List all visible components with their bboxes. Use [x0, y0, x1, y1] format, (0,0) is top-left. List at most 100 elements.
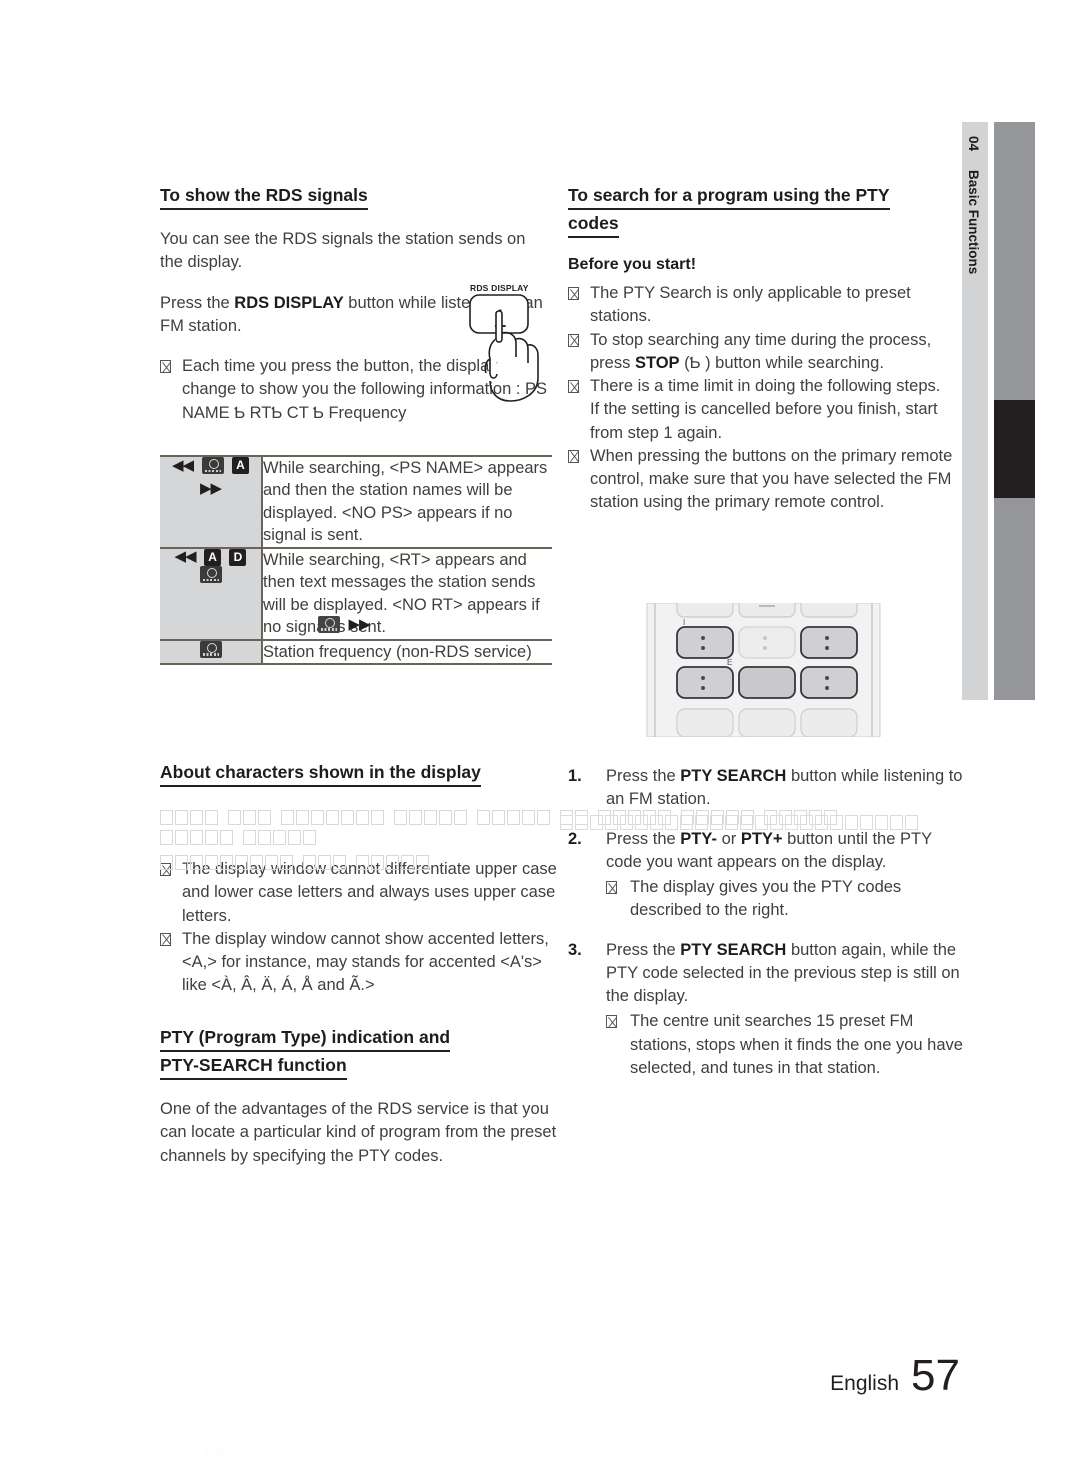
missing-glyph-box: [477, 810, 490, 826]
missing-glyph-box: [205, 810, 218, 826]
missing-glyph-box: [620, 815, 633, 831]
missing-glyph-box: [492, 810, 505, 826]
table-row: Station frequency (non-RDS service): [160, 638, 552, 665]
missing-glyph-box: [356, 855, 369, 871]
pty-search-button-name: PTY SEARCH: [680, 767, 787, 785]
missing-glyph-box: [258, 810, 271, 826]
missing-glyph-box: [394, 810, 407, 826]
manual-page: 04 Basic Functions To show the RDS signa…: [0, 0, 1080, 1479]
chapter-tab: 04 Basic Functions: [962, 122, 988, 700]
note-text: There is a time limit in doing the follo…: [590, 377, 941, 395]
left-column-lower: About characters shown in the display: [160, 762, 552, 805]
rds-display-modes-table: ◀◀ A ▶▶ While searching, <PS NAME> appea…: [160, 455, 552, 665]
note-item: The display gives you the PTY codes desc…: [606, 876, 968, 923]
before-you-start-notes: The PTY Search is only applicable to pre…: [568, 282, 960, 515]
forward-icon: ▶▶: [199, 479, 222, 497]
garbled-line-2: [160, 853, 860, 873]
note-bullet-icon: [160, 360, 171, 373]
note-text: When pressing the buttons on the primary…: [590, 446, 953, 512]
hand-pressing-button-illustration: 1: [469, 294, 539, 402]
note-bullet-icon: [568, 287, 579, 300]
step-text-pre: Press the: [606, 940, 681, 959]
missing-glyph-box: [560, 815, 573, 831]
table-row-description: Station frequency (non-RDS service): [262, 638, 552, 665]
missing-glyph-box: [190, 830, 203, 846]
missing-glyph-box: [830, 815, 843, 831]
remote-control-illustration: I E: [641, 590, 886, 738]
note-item: The display window cannot show accented …: [160, 928, 560, 998]
pty-search-button-name: PTY SEARCH: [680, 940, 787, 959]
missing-glyph-box: [665, 815, 678, 831]
missing-glyph-box: [190, 810, 203, 826]
missing-glyph-box: [401, 855, 414, 871]
missing-glyph-box: [590, 815, 603, 831]
missing-glyph-box: [220, 830, 233, 846]
missing-glyph-box: [439, 810, 452, 826]
table-row-description: While searching, <RT> appears and then t…: [262, 546, 552, 640]
note-bullet-icon: [568, 380, 579, 393]
missing-glyph-box: [695, 815, 708, 831]
section-show-rds-signals-heading: To show the RDS signals: [160, 185, 552, 210]
note-item: To stop searching any time during the pr…: [568, 329, 960, 376]
missing-glyph-box: [800, 815, 813, 831]
note-text-post: (Ƅ ) button while searching.: [679, 353, 884, 372]
missing-glyph-box: [280, 855, 293, 871]
missing-glyph-box: [341, 810, 354, 826]
note-bullet-icon: [160, 932, 171, 946]
note-item: The centre unit searches 15 preset FM st…: [606, 1010, 968, 1080]
footer-file-name: HT-D5759W_ZG_0323.indd 57: [88, 1445, 240, 1457]
table-row2-extra-icons: ▶▶: [316, 615, 372, 633]
missing-glyph-box: [175, 810, 188, 826]
missing-glyph-box: [235, 855, 248, 871]
rds-display-figure-caption: RDS DISPLAY: [470, 283, 529, 293]
note-bullet-icon: [568, 449, 579, 463]
missing-glyph-box: [875, 815, 888, 831]
table-row-description: While searching, <PS NAME> appears and t…: [262, 455, 552, 548]
missing-glyph-box: [205, 830, 218, 846]
missing-glyph-box: [680, 815, 693, 831]
missing-glyph-box: [303, 830, 316, 846]
missing-glyph-box: [424, 810, 437, 826]
heading-pty-search-line2: codes: [568, 213, 619, 238]
missing-glyph-box: [755, 815, 768, 831]
missing-glyph-box: [333, 855, 346, 871]
remote-control-figure: I E: [641, 590, 886, 738]
note-item: When pressing the buttons on the primary…: [568, 445, 960, 515]
about-characters-notes-block: The display window cannot differentiate …: [160, 858, 560, 1014]
right-column: To search for a program using the PTY co…: [568, 185, 960, 531]
chapter-number: 04: [966, 136, 981, 152]
a-key-icon: A: [231, 457, 249, 474]
section-about-characters-heading: About characters shown in the display: [160, 762, 552, 787]
missing-glyph-box: [258, 830, 271, 846]
table-row-icons-cell: [160, 638, 263, 665]
missing-glyph-box: [175, 830, 188, 846]
audio-cd-key-icon: [199, 566, 222, 584]
missing-glyph-box: [371, 810, 384, 826]
table-row-icons-cell: ◀◀ A D: [160, 546, 263, 640]
missing-glyph-box: [409, 810, 422, 826]
missing-glyph-box: [507, 810, 520, 826]
missing-glyph-box: [650, 815, 663, 831]
step-number: 1.: [568, 767, 582, 785]
missing-glyph-box: [815, 815, 828, 831]
pty-indication-paragraph: One of the advantages of the RDS service…: [160, 1100, 557, 1165]
step-item: 3. Press the PTY SEARCH button again, wh…: [568, 939, 968, 1081]
missing-glyph-box: [356, 810, 369, 826]
missing-glyph-box: [605, 815, 618, 831]
note-bullet-icon: [568, 333, 579, 347]
missing-glyph-box: [205, 855, 218, 871]
note-item: There is a time limit in doing the follo…: [568, 375, 960, 445]
missing-glyph-box: [281, 810, 294, 826]
missing-glyph-box: [318, 855, 331, 871]
missing-glyph-box: [160, 830, 173, 846]
missing-glyph-box: [860, 815, 873, 831]
about-characters-notes: The display window cannot differentiate …: [160, 858, 560, 998]
table-row-icons-cell: ◀◀ A ▶▶: [160, 455, 263, 548]
missing-glyph-box: [311, 810, 324, 826]
missing-glyph-box: [522, 810, 535, 826]
missing-glyph-box: [273, 830, 286, 846]
heading-to-show-rds-signals: To show the RDS signals: [160, 185, 368, 210]
missing-glyph-box: [326, 810, 339, 826]
heading-pty-search-line1: To search for a program using the PTY: [568, 185, 890, 210]
press-pre-text: Press the: [160, 293, 235, 312]
